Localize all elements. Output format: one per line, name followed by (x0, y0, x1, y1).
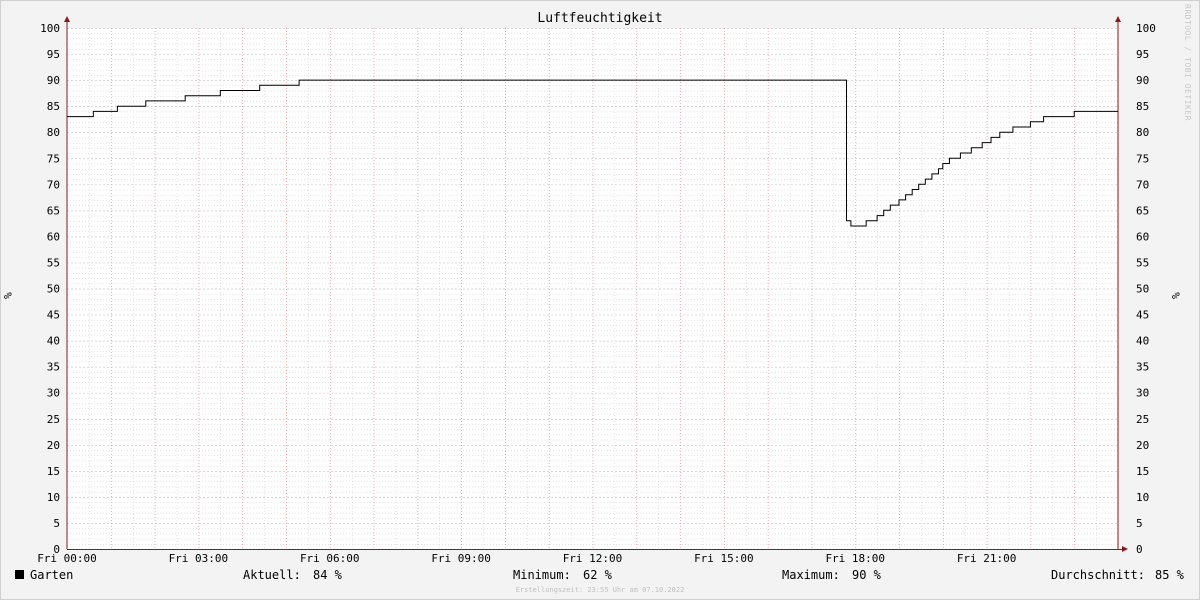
y-tick-label-left: 25 (47, 413, 60, 426)
x-axis-arrow (1122, 546, 1128, 552)
x-tick-label: Fri 00:00 (37, 552, 97, 565)
y-tick-label-left: 50 (47, 283, 60, 296)
legend-min-value: 62 % (583, 568, 612, 582)
x-tick-labels: Fri 00:00 Fri 03:00 Fri 06:00 Fri 09:00 Fri … (37, 552, 1016, 565)
x-tick-label: Fri 12:00 (563, 552, 623, 565)
y-tick-label-left: 15 (47, 465, 60, 478)
y-tick-labels-right: 0510152025303540455055606570758085909510… (1136, 22, 1156, 556)
y-tick-label-right: 45 (1136, 309, 1149, 322)
y-tick-label-right: 80 (1136, 126, 1149, 139)
y-tick-label-right: 40 (1136, 335, 1149, 348)
legend-max-value: 90 % (852, 568, 881, 582)
x-tick-label: Fri 18:00 (825, 552, 885, 565)
y-tick-label-right: 0 (1136, 543, 1143, 556)
y-tick-label-right: 75 (1136, 152, 1149, 165)
legend-swatch (15, 570, 24, 579)
chart-title: Luftfeuchtigkeit (537, 11, 663, 26)
y-tick-label-right: 95 (1136, 48, 1149, 61)
y-tick-label-left: 75 (47, 152, 60, 165)
y-axis-label-left: % (0, 292, 14, 299)
y-tick-label-left: 65 (47, 204, 60, 217)
y-tick-label-left: 85 (47, 100, 60, 113)
y-tick-label-right: 35 (1136, 361, 1149, 374)
y-tick-label-right: 10 (1136, 491, 1149, 504)
y-tick-label-right: 60 (1136, 230, 1149, 243)
x-tick-label: Fri 15:00 (694, 552, 754, 565)
y-tick-label-left: 90 (47, 74, 60, 87)
y-tick-label-right: 65 (1136, 204, 1149, 217)
y-tick-label-right: 70 (1136, 178, 1149, 191)
legend-current-value: 84 % (313, 568, 342, 582)
legend-min-label: Minimum: (513, 568, 571, 582)
y-tick-label-left: 45 (47, 309, 60, 322)
y-tick-label-right: 85 (1136, 100, 1149, 113)
x-tick-label: Fri 21:00 (957, 552, 1017, 565)
y-tick-label-left: 55 (47, 256, 60, 269)
watermark: RRDTOOL / TOBI OETIKER (1183, 4, 1192, 121)
plot-area (67, 28, 1118, 549)
humidity-chart: 0 5 10 15 20 25 30 35 40 45 50 55 60 65 70 75 80 85 90 95 10… (37, 16, 1156, 565)
y-tick-label-left: 40 (47, 335, 60, 348)
legend-max-label: Maximum: (782, 568, 840, 582)
y-tick-label-left: 60 (47, 230, 60, 243)
y-tick-label-right: 20 (1136, 439, 1149, 452)
y-tick-label-right: 15 (1136, 465, 1149, 478)
x-tick-label: Fri 03:00 (169, 552, 229, 565)
y-tick-label-right: 5 (1136, 517, 1143, 530)
y-tick-label-right: 90 (1136, 74, 1149, 87)
y-tick-label-right: 30 (1136, 387, 1149, 400)
footer-timestamp: Erstellungszeit: 23:55 Uhr am 07.10.2022 (515, 586, 685, 594)
y-tick-label-left: 35 (47, 361, 60, 374)
x-tick-label: Fri 09:00 (431, 552, 491, 565)
y-tick-label-left: 20 (47, 439, 60, 452)
y-tick-label-left: 30 (47, 387, 60, 400)
legend-current-label: Aktuell: (243, 568, 301, 582)
y-tick-label-left: 80 (47, 126, 60, 139)
legend-avg-label: Durchschnitt: (1051, 568, 1145, 582)
legend-avg-value: 85 % (1155, 568, 1184, 582)
y-tick-label-left: 10 (47, 491, 60, 504)
y-tick-labels-left: 0510152025303540455055606570758085909510… (40, 22, 60, 556)
y-tick-label-left: 5 (53, 517, 60, 530)
y-tick-label-right: 25 (1136, 413, 1149, 426)
x-tick-label: Fri 06:00 (300, 552, 360, 565)
y-tick-label-left: 70 (47, 178, 60, 191)
y-tick-label-right: 55 (1136, 256, 1149, 269)
y-axis-label-right: % (1168, 292, 1182, 299)
legend-series-name: Garten (30, 568, 74, 582)
y-tick-label-right: 50 (1136, 283, 1149, 296)
y-tick-label-left: 95 (47, 48, 60, 61)
